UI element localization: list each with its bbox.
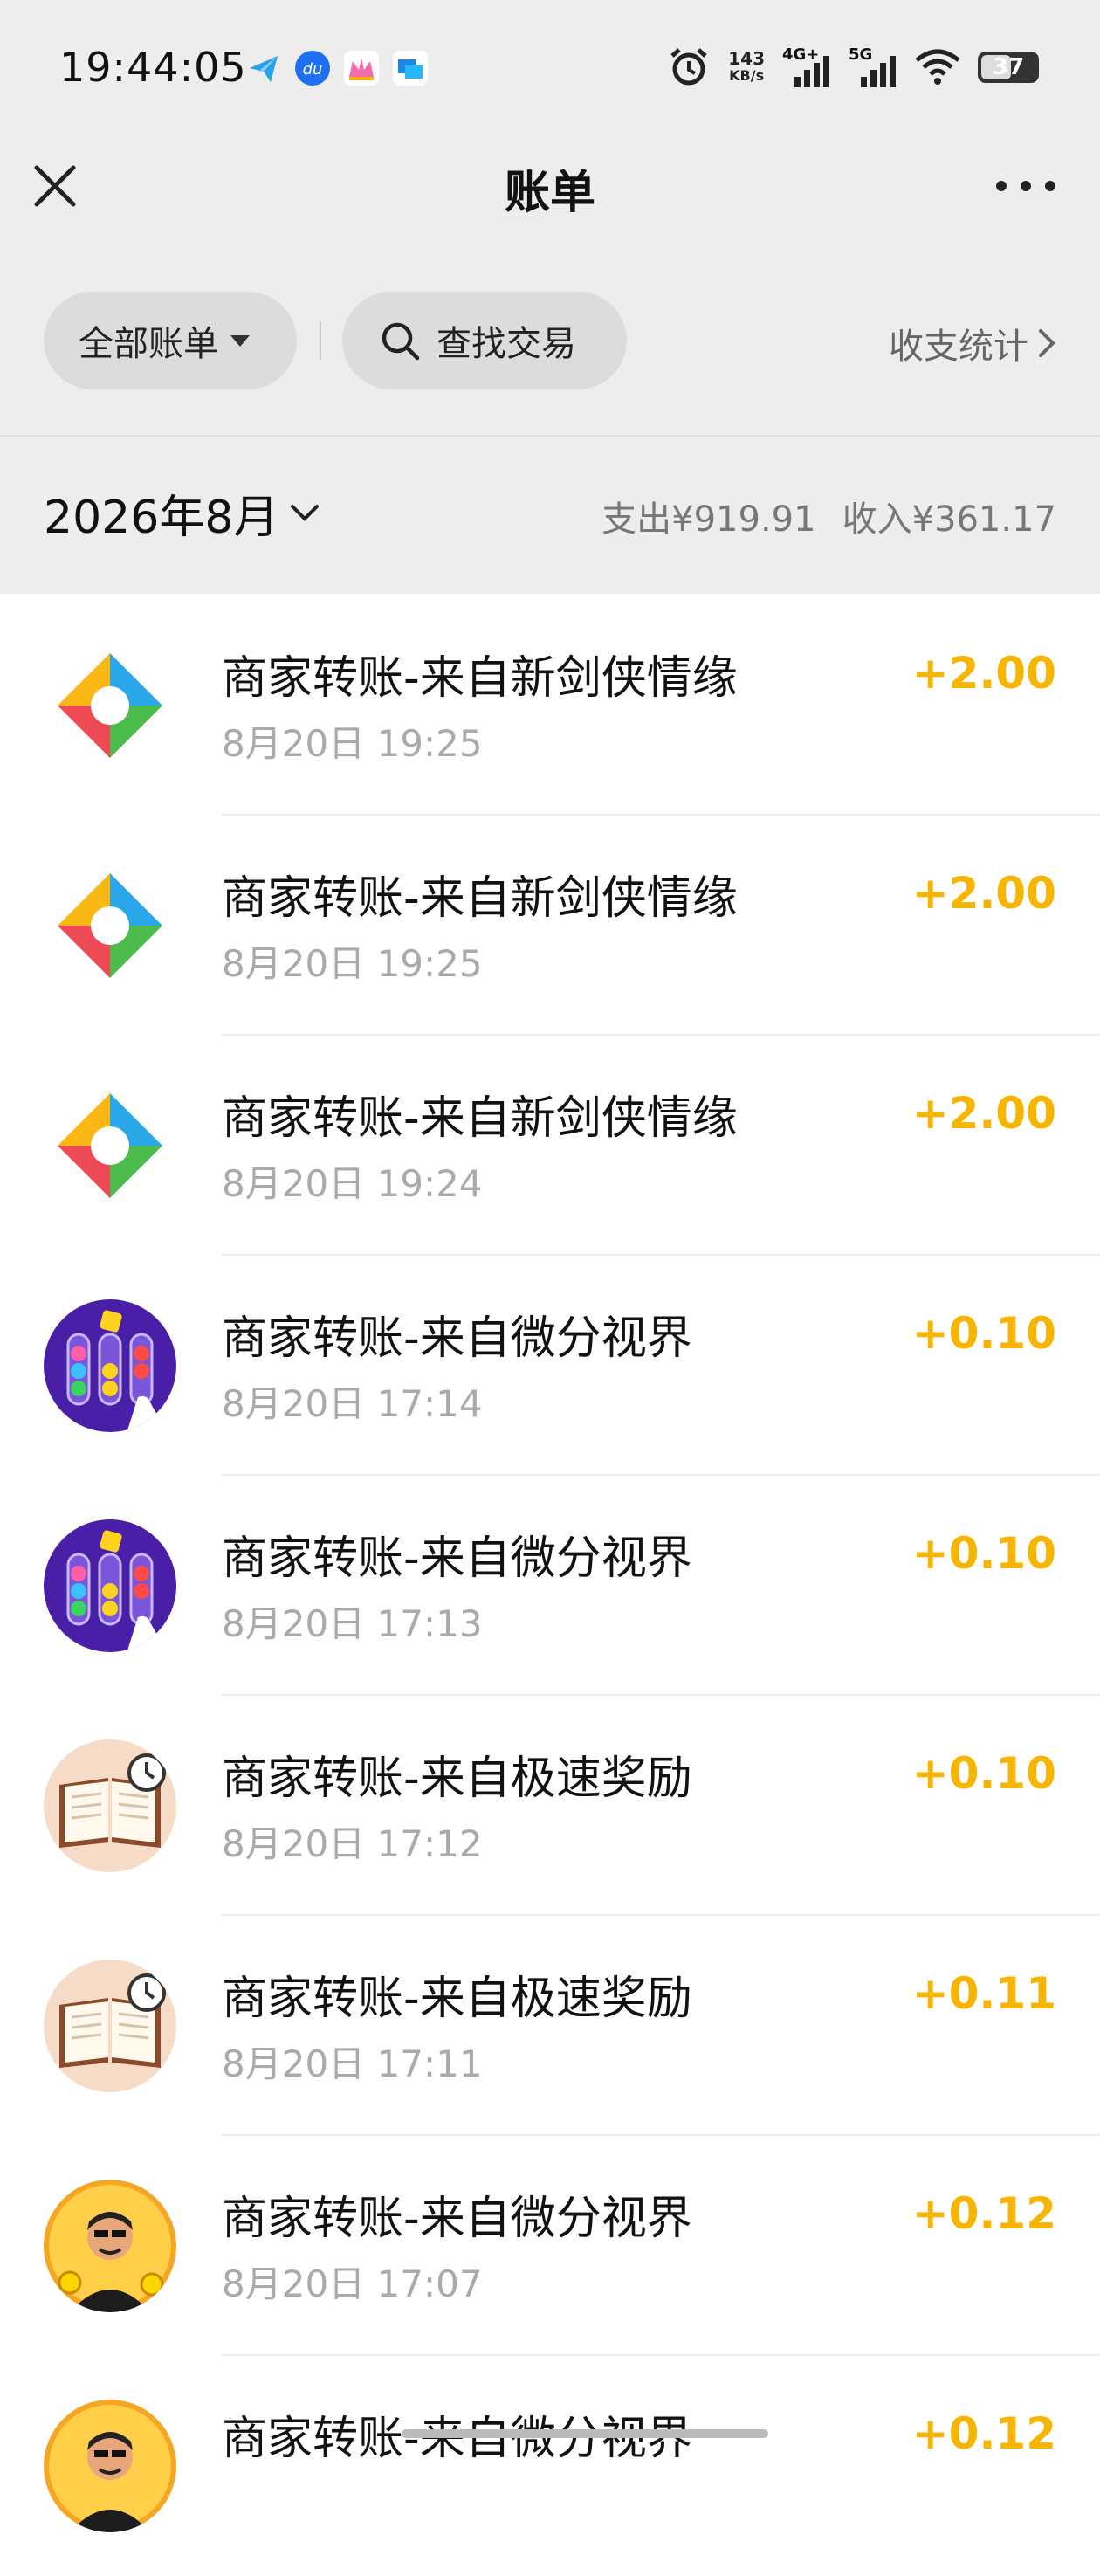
transaction-title: 商家转账-来自新剑侠情缘 — [222, 1092, 738, 1145]
crown-app-icon — [344, 51, 379, 86]
search-transactions-button[interactable]: 查找交易 — [342, 292, 627, 389]
month-totals: 支出¥919.91 收入¥361.17 — [602, 491, 1056, 541]
plane-app-icon — [246, 51, 281, 86]
square-app-icon — [393, 51, 428, 86]
transaction-date: 8月20日 17:12 — [222, 1822, 483, 1865]
transaction-row[interactable]: 商家转账-来自极速奖励 8月20日 17:11 +0.11 — [0, 1916, 1100, 2136]
transaction-title: 商家转账-来自微分视界 — [222, 1533, 692, 1585]
battery-level: 37 — [992, 54, 1025, 80]
page-title: 账单 — [504, 167, 595, 219]
chevron-right-icon — [1039, 329, 1055, 357]
filter-separator — [320, 321, 321, 360]
transaction-row[interactable]: 商家转账-来自微分视界 +0.12 — [0, 2356, 1100, 2576]
transaction-date: 8月20日 17:11 — [222, 2042, 483, 2085]
gold-man-avatar-icon — [44, 2400, 176, 2532]
more-dots-icon — [996, 181, 1055, 191]
transaction-row[interactable]: 商家转账-来自极速奖励 8月20日 17:12 +0.10 — [0, 1696, 1100, 1916]
search-label: 查找交易 — [437, 324, 576, 364]
transaction-amount: +0.12 — [911, 2188, 1056, 2239]
du-app-icon: du — [295, 51, 330, 86]
transaction-amount: +0.10 — [911, 1748, 1056, 1799]
nav-bar: 账单 — [0, 131, 1100, 236]
transaction-row[interactable]: 商家转账-来自微分视界 8月20日 17:07 +0.12 — [0, 2136, 1100, 2356]
compass-logo-icon — [44, 859, 176, 992]
net-speed-unit: KB/s — [729, 67, 765, 84]
signal-4g-icon: 4G+ — [782, 45, 831, 89]
transaction-amount: +2.00 — [911, 868, 1056, 919]
book-clock-icon — [44, 1960, 176, 2092]
status-bar: 19:44:05 du 143 KB/s 4G+ 5G 37 — [0, 0, 1100, 131]
wifi-icon — [915, 49, 960, 85]
net-speed-value: 143 — [728, 48, 765, 69]
transaction-date: 8月20日 19:24 — [222, 1162, 483, 1205]
stats-link[interactable]: 收支统计 — [889, 318, 1056, 368]
transaction-list: 商家转账-来自新剑侠情缘 8月20日 19:25 +2.00 商家转账-来自新剑… — [0, 596, 1100, 2576]
transaction-title: 商家转账-来自极速奖励 — [222, 1973, 692, 2025]
transaction-date: 8月20日 17:07 — [222, 2263, 483, 2305]
transaction-row[interactable]: 商家转账-来自微分视界 8月20日 17:13 +0.10 — [0, 1476, 1100, 1696]
sort-tubes-game-icon — [44, 1299, 176, 1432]
transaction-title: 商家转账-来自微分视界 — [222, 2193, 692, 2245]
expense-total: 支出¥919.91 — [602, 499, 816, 540]
transaction-amount: +2.00 — [911, 648, 1056, 699]
transaction-amount: +0.12 — [911, 2408, 1056, 2459]
month-label: 2026年8月 — [44, 492, 279, 544]
transaction-date: 8月20日 19:25 — [222, 722, 483, 765]
gold-man-avatar-icon — [44, 2180, 176, 2312]
status-time: 19:44:05 — [59, 44, 247, 91]
transaction-amount: +0.10 — [911, 1308, 1056, 1359]
svg-text:du: du — [303, 60, 323, 79]
net-speed: 143 KB/s — [728, 50, 765, 85]
battery-icon: 37 — [978, 52, 1039, 83]
transaction-title: 商家转账-来自新剑侠情缘 — [222, 652, 738, 705]
transaction-amount: +0.10 — [911, 1528, 1056, 1579]
transaction-amount: +2.00 — [911, 1088, 1056, 1139]
alarm-icon — [670, 48, 707, 86]
sort-tubes-game-icon — [44, 1519, 176, 1652]
chevron-down-icon — [291, 504, 320, 521]
home-indicator[interactable] — [402, 2429, 768, 2438]
transaction-row[interactable]: 商家转账-来自微分视界 8月20日 17:14 +0.10 — [0, 1256, 1100, 1476]
month-summary-bar: 2026年8月 支出¥919.91 收入¥361.17 — [0, 437, 1100, 594]
transaction-date: 8月20日 19:25 — [222, 942, 483, 985]
dropdown-triangle-icon — [230, 334, 250, 347]
transaction-title: 商家转账-来自极速奖励 — [222, 1753, 692, 1805]
transaction-row[interactable]: 商家转账-来自新剑侠情缘 8月20日 19:25 +2.00 — [0, 816, 1100, 1036]
transaction-row[interactable]: 商家转账-来自新剑侠情缘 8月20日 19:24 +2.00 — [0, 1036, 1100, 1256]
income-total: 收入¥361.17 — [842, 499, 1056, 540]
compass-logo-icon — [44, 1079, 176, 1212]
transaction-date: 8月20日 17:14 — [222, 1382, 483, 1425]
more-button[interactable] — [987, 166, 1065, 206]
filter-bar: 全部账单 查找交易 收支统计 — [0, 288, 1100, 393]
book-clock-icon — [44, 1739, 176, 1872]
compass-logo-icon — [44, 639, 176, 772]
month-selector[interactable]: 2026年8月 — [44, 480, 320, 546]
transaction-amount: +0.11 — [911, 1968, 1056, 2019]
all-bills-label: 全部账单 — [79, 324, 218, 364]
status-icons: 143 KB/s 4G+ 5G 37 — [667, 45, 1039, 89]
transaction-date: 8月20日 17:13 — [222, 1602, 483, 1645]
transaction-title: 商家转账-来自新剑侠情缘 — [222, 872, 738, 925]
transaction-title: 商家转账-来自微分视界 — [222, 1312, 692, 1365]
signal-5g-icon: 5G — [849, 45, 897, 89]
search-icon — [382, 322, 420, 361]
stats-label: 收支统计 — [889, 327, 1028, 367]
transaction-row[interactable]: 商家转账-来自新剑侠情缘 8月20日 19:25 +2.00 — [0, 596, 1100, 816]
all-bills-dropdown[interactable]: 全部账单 — [44, 292, 297, 389]
